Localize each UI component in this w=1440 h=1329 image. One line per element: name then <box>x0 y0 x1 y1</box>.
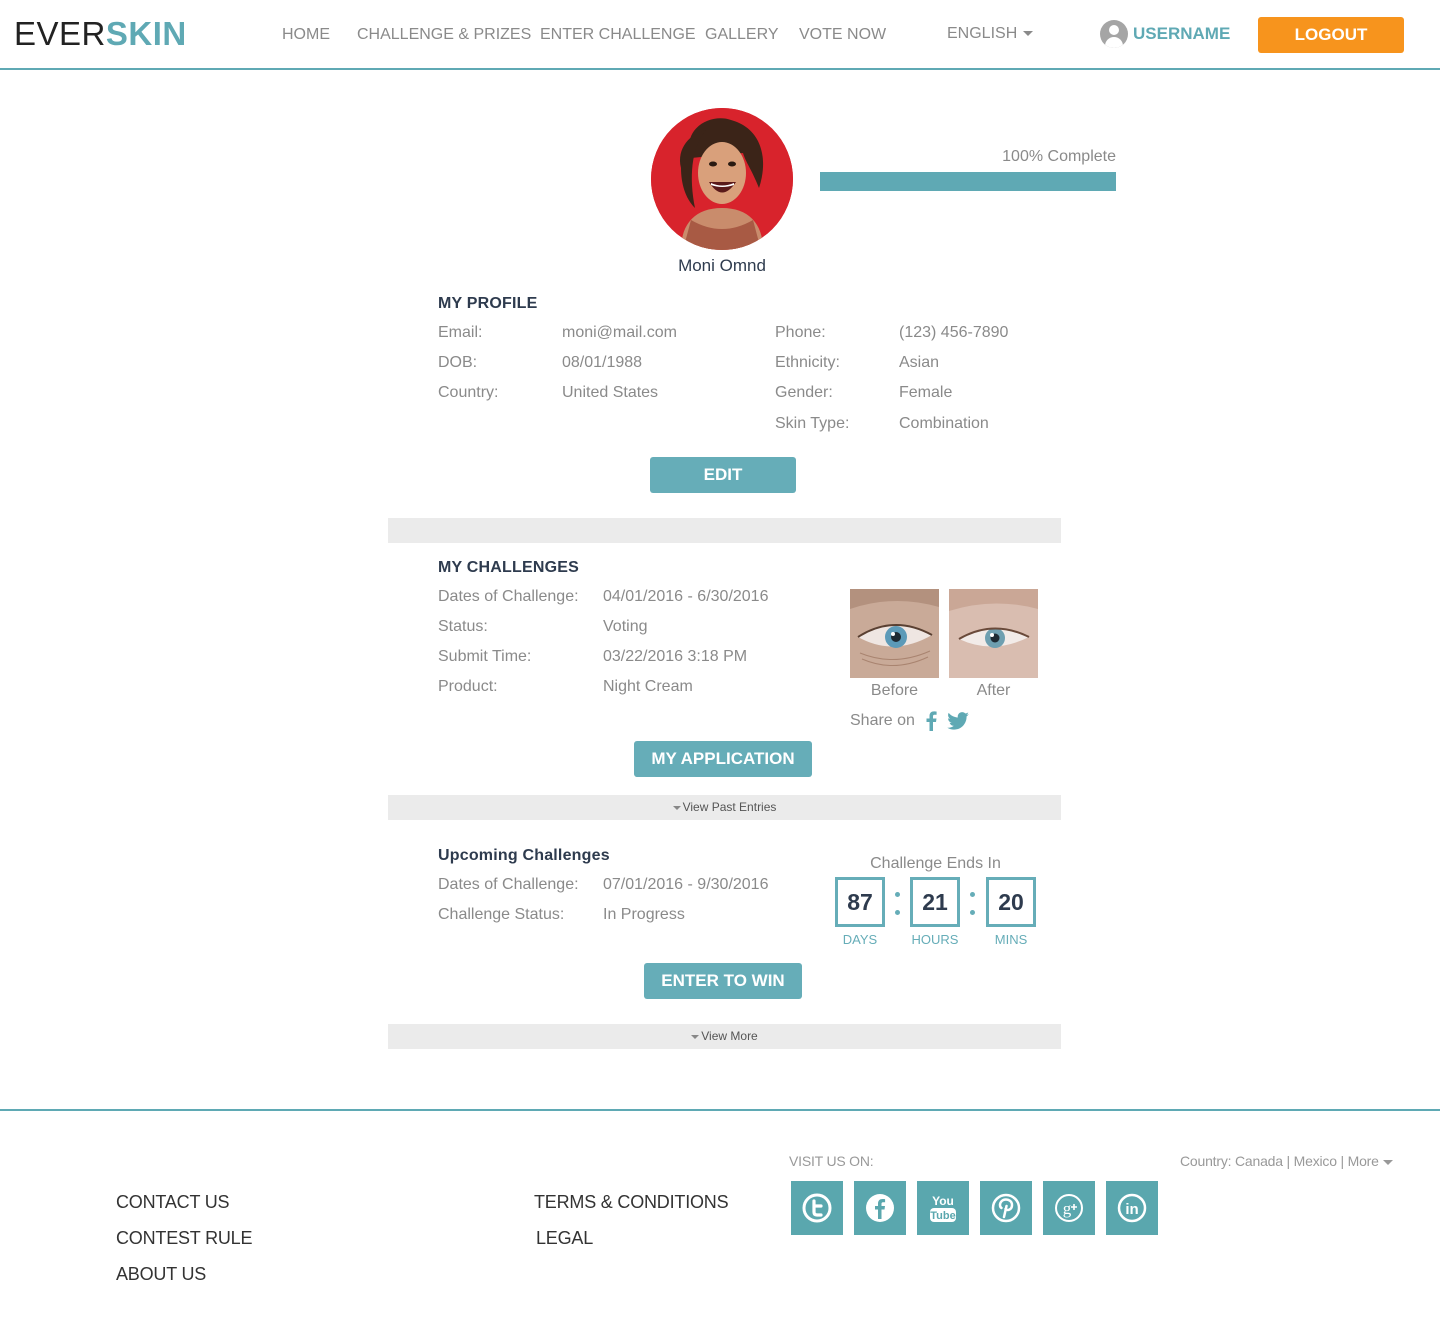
gender-value: Female <box>899 384 953 401</box>
country-selector[interactable]: Country: Canada | Mexico | More <box>1180 1153 1393 1169</box>
footer-terms[interactable]: TERMS & CONDITIONS <box>534 1192 729 1213</box>
svg-text:in: in <box>1125 1201 1138 1218</box>
skin-type-label: Skin Type: <box>775 415 850 432</box>
ethnicity-value: Asian <box>899 354 940 371</box>
nav-gallery[interactable]: GALLERY <box>705 26 779 44</box>
everskin-logo[interactable]: EVERSKIN <box>14 16 187 52</box>
profile-progress-fill <box>820 172 1116 191</box>
user-avatar-icon <box>1100 20 1128 48</box>
upcoming-status-value: In Progress <box>603 906 685 923</box>
product-value: Night Cream <box>603 678 693 695</box>
countdown-title: Challenge Ends In <box>870 855 1001 872</box>
country-value: United States <box>562 384 659 401</box>
skin-type-value: Combination <box>899 415 989 432</box>
language-selector[interactable]: ENGLISH <box>947 25 1034 43</box>
dob-label: DOB: <box>438 354 478 371</box>
profile-name: Moni Omnd <box>678 256 766 275</box>
section-divider <box>388 518 1061 543</box>
facebook-share-icon[interactable] <box>925 711 937 731</box>
phone-value: (123) 456-7890 <box>899 324 1009 341</box>
pinterest-icon[interactable] <box>980 1181 1032 1235</box>
enter-to-win-button[interactable]: ENTER TO WIN <box>644 963 802 999</box>
email-label: Email: <box>438 324 483 341</box>
view-more-bar[interactable]: View More <box>388 1024 1061 1049</box>
before-photo[interactable] <box>850 589 939 678</box>
logout-button[interactable]: LOGOUT <box>1258 17 1404 53</box>
submit-time-label: Submit Time: <box>438 648 532 665</box>
visit-us-label: VISIT US ON: <box>789 1153 874 1169</box>
nav-home[interactable]: HOME <box>282 26 330 44</box>
profile-progress-bar <box>820 172 1116 191</box>
phone-label: Phone: <box>775 324 826 341</box>
footer-contest-rule[interactable]: CONTEST RULE <box>116 1228 252 1249</box>
logo-text-skin: SKIN <box>105 15 187 52</box>
footer-legal[interactable]: LEGAL <box>536 1228 593 1249</box>
caret-down-icon <box>1023 31 1034 37</box>
countdown-separator <box>895 884 901 920</box>
site-header: EVERSKIN HOME CHALLENGE & PRIZES ENTER C… <box>0 0 1440 70</box>
username-label: USERNAME <box>1133 24 1231 43</box>
edit-profile-button[interactable]: EDIT <box>650 457 796 493</box>
product-label: Product: <box>438 678 498 695</box>
upcoming-dates-value: 07/01/2016 - 9/30/2016 <box>603 876 769 893</box>
challenge-dates-label: Dates of Challenge: <box>438 588 579 605</box>
upcoming-dates-label: Dates of Challenge: <box>438 876 579 893</box>
challenge-dates-value: 04/01/2016 - 6/30/2016 <box>603 588 769 605</box>
nav-enter-challenge[interactable]: ENTER CHALLENGE <box>540 26 696 44</box>
caret-down-icon <box>1382 1159 1393 1165</box>
view-more-link[interactable]: View More <box>701 1029 757 1043</box>
share-label: Share on <box>850 712 915 729</box>
countdown-hours: 21 <box>910 877 960 927</box>
upcoming-status-label: Challenge Status: <box>438 906 565 923</box>
linkedin-icon[interactable]: in <box>1106 1181 1158 1235</box>
dob-value: 08/01/1988 <box>562 354 643 371</box>
profile-photo <box>651 108 793 250</box>
country-label: Country: <box>438 384 499 401</box>
view-past-entries-link[interactable]: View Past Entries <box>683 800 777 814</box>
profile-progress-label: 100% Complete <box>1002 148 1116 165</box>
twitter-icon[interactable] <box>791 1181 843 1235</box>
countdown-mins-label: MINS <box>994 932 1028 947</box>
logo-text-ever: EVER <box>14 15 106 52</box>
triangle-down-icon <box>672 805 681 810</box>
my-application-button[interactable]: MY APPLICATION <box>634 741 812 777</box>
upcoming-challenges-heading: Upcoming Challenges <box>438 847 610 864</box>
svg-text:You: You <box>932 1194 954 1208</box>
email-value: moni@mail.com <box>562 324 677 341</box>
footer-about-us[interactable]: ABOUT US <box>116 1264 206 1285</box>
ethnicity-label: Ethnicity: <box>775 354 840 371</box>
youtube-icon[interactable]: You Tube <box>917 1181 969 1235</box>
twitter-share-icon[interactable] <box>947 712 969 730</box>
facebook-icon[interactable] <box>854 1181 906 1235</box>
nav-vote-now[interactable]: VOTE NOW <box>799 26 886 44</box>
my-profile-heading: MY PROFILE <box>438 295 538 312</box>
after-photo[interactable] <box>949 589 1038 678</box>
svg-text:Tube: Tube <box>930 1210 955 1222</box>
triangle-down-icon <box>691 1034 700 1039</box>
before-label: Before <box>870 682 919 699</box>
challenge-status-value: Voting <box>603 618 648 635</box>
footer-contact-us[interactable]: CONTACT US <box>116 1192 230 1213</box>
google-plus-icon[interactable]: g <box>1043 1181 1095 1235</box>
after-label: After <box>976 682 1011 699</box>
countdown-hours-label: HOURS <box>911 932 959 947</box>
language-label: ENGLISH <box>947 25 1018 42</box>
share-row: Share on <box>850 711 969 731</box>
gender-label: Gender: <box>775 384 833 401</box>
countdown-separator <box>970 884 976 920</box>
user-menu[interactable]: USERNAME <box>1100 20 1230 48</box>
footer-divider <box>0 1109 1440 1111</box>
view-past-entries-bar[interactable]: View Past Entries <box>388 795 1061 820</box>
countdown-days: 87 <box>835 877 885 927</box>
svg-text:g: g <box>1063 1199 1072 1218</box>
nav-challenge-prizes[interactable]: CHALLENGE & PRIZES <box>357 26 531 44</box>
challenge-status-label: Status: <box>438 618 488 635</box>
submit-time-value: 03/22/2016 3:18 PM <box>603 648 748 665</box>
countdown-days-label: DAYS <box>842 932 878 947</box>
my-challenges-heading: MY CHALLENGES <box>438 559 579 576</box>
countdown-mins: 20 <box>986 877 1036 927</box>
country-selector-label: Country: Canada | Mexico | More <box>1180 1153 1379 1169</box>
